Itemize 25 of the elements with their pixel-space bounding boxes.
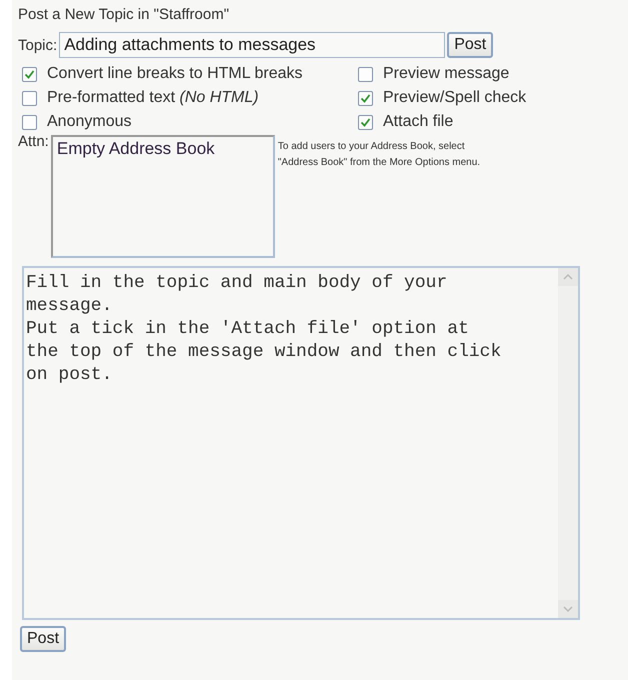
list-item[interactable]: Empty Address Book (56, 139, 269, 159)
checkbox[interactable] (358, 114, 373, 130)
topic-field[interactable]: Adding attachments to messages (59, 32, 446, 58)
option-label: Convert line breaks to HTML breaks (47, 65, 303, 83)
option-label: Pre-formatted text (No HTML) (47, 89, 259, 107)
checkbox[interactable] (358, 90, 373, 106)
checkbox[interactable] (22, 114, 37, 130)
option-label: Attach file (383, 113, 454, 131)
option-label: Preview message (383, 65, 510, 83)
scrollbar[interactable] (558, 268, 578, 618)
post-button[interactable]: Post (20, 626, 66, 652)
message-field[interactable]: Fill in the topic and main body of your message. Put a tick in the 'Attach file' option at the top of the message window and then click on post. (22, 266, 580, 620)
checkbox[interactable] (22, 90, 37, 106)
topic-label: Topic: (18, 36, 58, 54)
checkbox[interactable] (358, 66, 373, 82)
attn-label: Attn: (18, 133, 49, 150)
option-label: Anonymous (47, 113, 132, 131)
post-button[interactable]: Post (447, 32, 494, 58)
scroll-up-icon[interactable] (558, 268, 578, 286)
option-label: Preview/Spell check (383, 89, 526, 107)
form-title: Post a New Topic in "Staffroom" (18, 5, 230, 25)
checkbox[interactable] (22, 66, 37, 82)
scroll-down-icon[interactable] (558, 600, 578, 618)
address-list[interactable]: Empty Address Book (50, 135, 275, 258)
help-text: To add users to your Address Book, select "Address Book" from the More Options menu. (278, 140, 482, 170)
